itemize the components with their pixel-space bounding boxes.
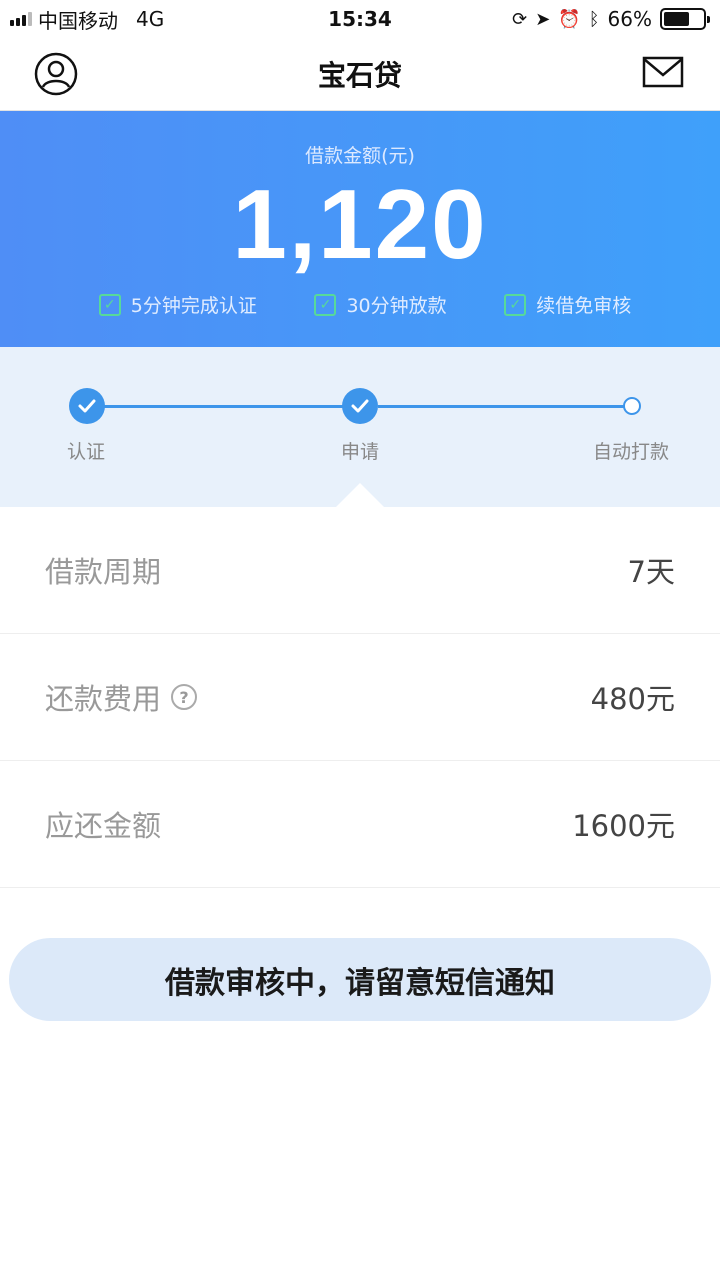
- feature-item: ✓ 续借免审核: [504, 291, 631, 318]
- feature-item: ✓ 30分钟放款: [314, 291, 447, 318]
- feature-label: 续借免审核: [536, 295, 632, 317]
- checkbox-icon: ✓: [504, 293, 527, 316]
- detail-value: 7天: [627, 555, 675, 589]
- user-avatar-icon[interactable]: [34, 52, 78, 96]
- signal-icon: [10, 12, 32, 26]
- amount-label: 借款金额(元): [305, 145, 415, 167]
- page-title: 宝石贷: [317, 59, 402, 92]
- step-connector: [104, 405, 344, 408]
- detail-label: 应还金额: [45, 809, 162, 843]
- mail-icon[interactable]: [642, 56, 684, 90]
- detail-label: 借款周期: [45, 555, 162, 589]
- step-done-check-icon: [342, 388, 378, 424]
- battery-icon: [660, 8, 710, 30]
- feature-list: ✓ 5分钟完成认证 ✓ 30分钟放款 ✓ 续借免审核: [0, 291, 720, 318]
- feature-item: ✓ 5分钟完成认证: [98, 291, 257, 318]
- location-arrow-icon: ➤: [535, 8, 551, 30]
- step-label: 认证: [67, 441, 106, 463]
- detail-row-total: 应还金额 1600元: [0, 761, 720, 888]
- detail-row-period: 借款周期 7天: [0, 507, 720, 634]
- loan-amount-banner: 借款金额(元) 1,120 ✓ 5分钟完成认证 ✓ 30分钟放款 ✓ 续借免审核: [0, 111, 720, 347]
- status-bar: 中国移动 4G 15:34 ⟳ ➤ ⏰ ᛒ 66%: [0, 0, 720, 38]
- nav-bar: 宝石贷: [0, 38, 720, 111]
- review-status-button[interactable]: 借款审核中，请留意短信通知: [9, 938, 711, 1021]
- bluetooth-icon: ᛒ: [588, 8, 600, 30]
- carrier-label: 中国移动: [38, 8, 118, 33]
- step-pending-dot: [623, 397, 641, 415]
- loan-amount: 1,120: [232, 169, 488, 279]
- progress-steps: 认证 申请 自动打款: [0, 347, 720, 507]
- battery-percent: 66%: [607, 7, 652, 31]
- detail-row-fee: 还款费用 ? 480元: [0, 634, 720, 761]
- network-label: 4G: [136, 7, 165, 31]
- step-label: 自动打款: [593, 441, 670, 463]
- step-done-check-icon: [69, 388, 105, 424]
- feature-label: 5分钟完成认证: [130, 295, 257, 317]
- pointer-caret: [336, 483, 384, 507]
- checkbox-icon: ✓: [98, 293, 121, 316]
- status-left: 中国移动 4G: [10, 5, 164, 34]
- detail-label: 还款费用: [45, 682, 162, 716]
- detail-value: 1600元: [572, 809, 675, 843]
- rotation-lock-icon: ⟳: [512, 8, 528, 30]
- status-right: ⟳ ➤ ⏰ ᛒ 66%: [512, 7, 710, 31]
- step-label: 申请: [341, 441, 380, 463]
- feature-label: 30分钟放款: [346, 295, 447, 317]
- help-question-icon[interactable]: ?: [171, 684, 198, 710]
- checkbox-icon: ✓: [314, 293, 337, 316]
- battery-fill: [664, 12, 690, 26]
- loan-details: 借款周期 7天 还款费用 ? 480元 应还金额 1600元: [0, 507, 720, 888]
- detail-label-wrap: 还款费用 ?: [45, 676, 198, 718]
- step-connector: [378, 405, 626, 408]
- alarm-icon: ⏰: [558, 8, 581, 30]
- detail-value: 480元: [590, 682, 675, 716]
